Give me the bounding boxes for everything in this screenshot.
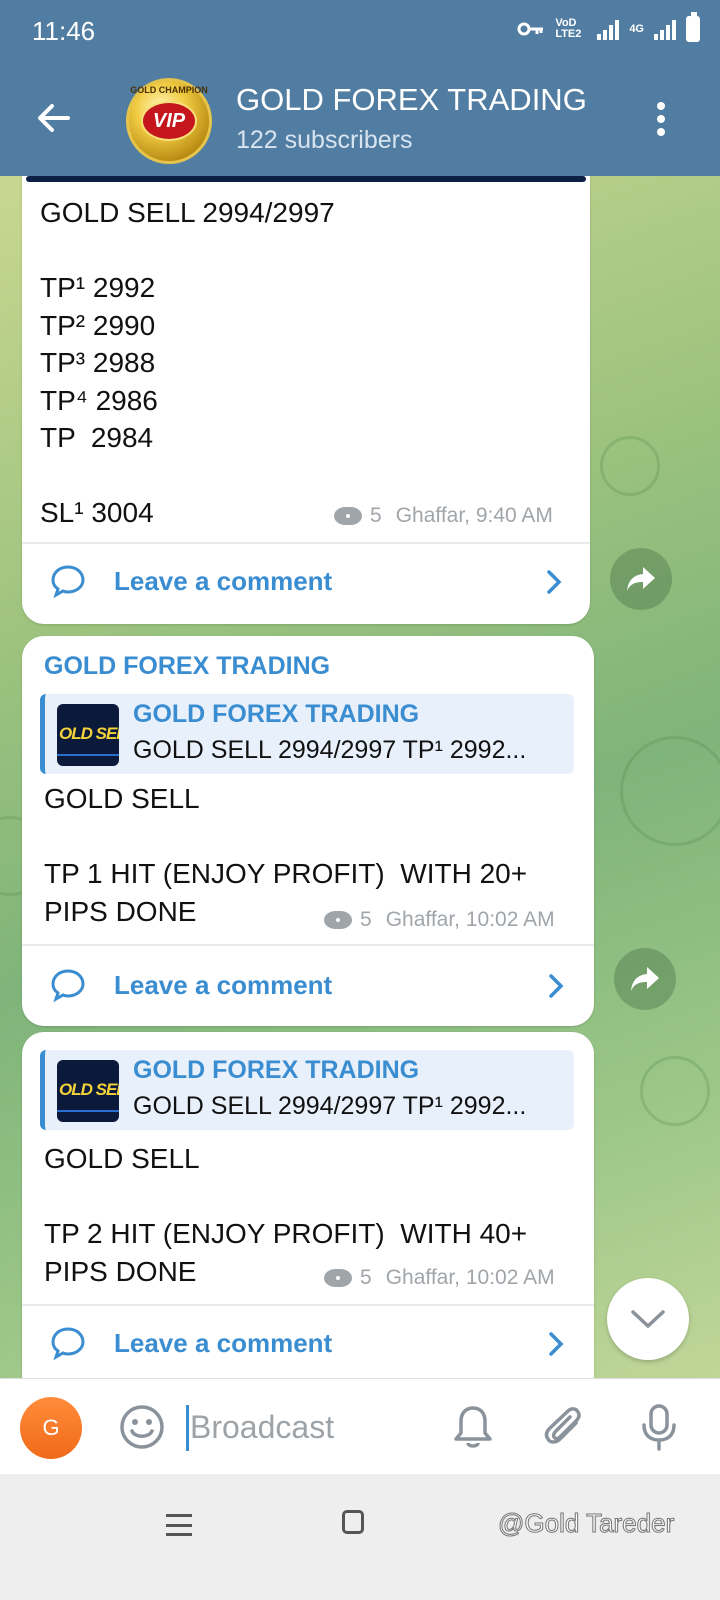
channel-title[interactable]: GOLD FOREX TRADING <box>236 82 587 118</box>
message-meta: 5 Ghaffar, 9:40 AM <box>334 504 553 528</box>
bell-icon[interactable] <box>450 1403 496 1451</box>
emoji-icon[interactable] <box>118 1403 166 1451</box>
eye-icon <box>324 1269 352 1287</box>
chevron-right-icon <box>549 974 564 998</box>
quote-title: GOLD FOREX TRADING <box>133 700 420 728</box>
status-time: 11:46 <box>32 16 96 46</box>
microphone-icon[interactable] <box>636 1403 682 1451</box>
reply-quote[interactable]: OLD SEL GOLD FOREX TRADING GOLD SELL 299… <box>40 1050 574 1130</box>
comment-divider <box>22 542 590 544</box>
eye-icon <box>334 507 362 525</box>
share-button[interactable] <box>614 948 676 1010</box>
message-meta: 5 Ghaffar, 10:02 AM <box>324 908 555 932</box>
leave-comment-button[interactable]: Leave a comment <box>50 546 570 616</box>
comment-divider <box>22 944 594 946</box>
comment-label: Leave a comment <box>114 969 333 1000</box>
network2-label: 4G <box>629 23 644 35</box>
scroll-down-button[interactable] <box>607 1278 689 1360</box>
quote-thumbnail: OLD SEL <box>57 1060 119 1122</box>
comment-icon <box>51 969 85 1002</box>
back-arrow-icon[interactable] <box>34 98 74 138</box>
comment-divider <box>22 1304 594 1306</box>
chevron-right-icon <box>547 570 562 594</box>
share-icon <box>627 567 655 591</box>
quote-thumbnail: OLD SEL <box>57 704 119 766</box>
avatar-top-text: GOLD CHAMPION <box>130 85 208 95</box>
subscriber-count: 122 subscribers <box>236 126 413 154</box>
share-icon <box>631 967 659 991</box>
comment-icon <box>51 565 85 598</box>
leave-comment-button[interactable]: Leave a comment <box>50 1308 570 1378</box>
leave-comment-button[interactable]: Leave a comment <box>50 950 570 1020</box>
more-vert-icon[interactable] <box>656 102 666 136</box>
input-bar: G Broadcast <box>0 1378 720 1474</box>
status-icons: VoD LTE2 4G <box>517 12 700 42</box>
message-bubble[interactable]: GOLD FOREX TRADING OLD SEL GOLD FOREX TR… <box>22 636 594 1026</box>
message-input[interactable]: Broadcast <box>190 1409 334 1446</box>
media-preview-edge <box>26 176 586 182</box>
view-count: 5 <box>370 504 382 527</box>
chat-area[interactable]: GOLD SELL 2994/2997 TP¹ 2992 TP² 2990 TP… <box>0 176 720 1406</box>
message-bubble[interactable]: GOLD SELL 2994/2997 TP¹ 2992 TP² 2990 TP… <box>22 176 590 624</box>
eye-icon <box>324 911 352 929</box>
view-count: 5 <box>360 908 372 931</box>
message-bubble[interactable]: OLD SEL GOLD FOREX TRADING GOLD SELL 299… <box>22 1032 594 1406</box>
paperclip-icon[interactable] <box>542 1403 588 1451</box>
comment-label: Leave a comment <box>114 565 333 596</box>
home-button[interactable] <box>342 1510 364 1534</box>
author-time: Ghaffar, 10:02 AM <box>385 908 555 931</box>
reply-quote[interactable]: OLD SEL GOLD FOREX TRADING GOLD SELL 299… <box>40 694 574 774</box>
chevron-down-icon <box>631 1310 665 1329</box>
battery-icon <box>686 12 700 42</box>
top-bar: 11:46 VoD LTE2 4G GOLD CHAMPION VIP GOLD… <box>0 0 720 176</box>
text-caret <box>186 1405 189 1451</box>
system-nav-bar: @Gold Tareder <box>0 1474 720 1600</box>
signal2-icon <box>654 18 676 40</box>
recents-button[interactable] <box>166 1514 192 1536</box>
share-button[interactable] <box>610 548 672 610</box>
comment-icon <box>51 1327 85 1360</box>
background-doodle <box>640 1056 710 1126</box>
background-doodle <box>600 436 660 496</box>
avatar-badge: VIP <box>141 101 197 141</box>
comment-label: Leave a comment <box>114 1327 333 1358</box>
view-count: 5 <box>360 1266 372 1289</box>
quote-text: GOLD SELL 2994/2997 TP¹ 2992... <box>133 1092 527 1120</box>
network-label: VoD LTE2 <box>555 17 582 40</box>
chevron-right-icon <box>549 1332 564 1356</box>
author-time: Ghaffar, 9:40 AM <box>395 504 553 527</box>
quote-title: GOLD FOREX TRADING <box>133 1056 420 1084</box>
author-time: Ghaffar, 10:02 AM <box>385 1266 555 1289</box>
key-icon <box>517 22 544 36</box>
watermark: @Gold Tareder <box>497 1508 675 1539</box>
message-text: GOLD SELL 2994/2997 TP¹ 2992 TP² 2990 TP… <box>40 197 335 528</box>
send-as-avatar[interactable]: G <box>20 1397 82 1459</box>
message-meta: 5 Ghaffar, 10:02 AM <box>324 1266 555 1290</box>
quote-text: GOLD SELL 2994/2997 TP¹ 2992... <box>133 736 527 764</box>
channel-avatar[interactable]: GOLD CHAMPION VIP <box>126 78 212 164</box>
signal-icon <box>597 18 620 40</box>
background-doodle <box>620 736 720 846</box>
sender-name[interactable]: GOLD FOREX TRADING <box>44 652 330 681</box>
